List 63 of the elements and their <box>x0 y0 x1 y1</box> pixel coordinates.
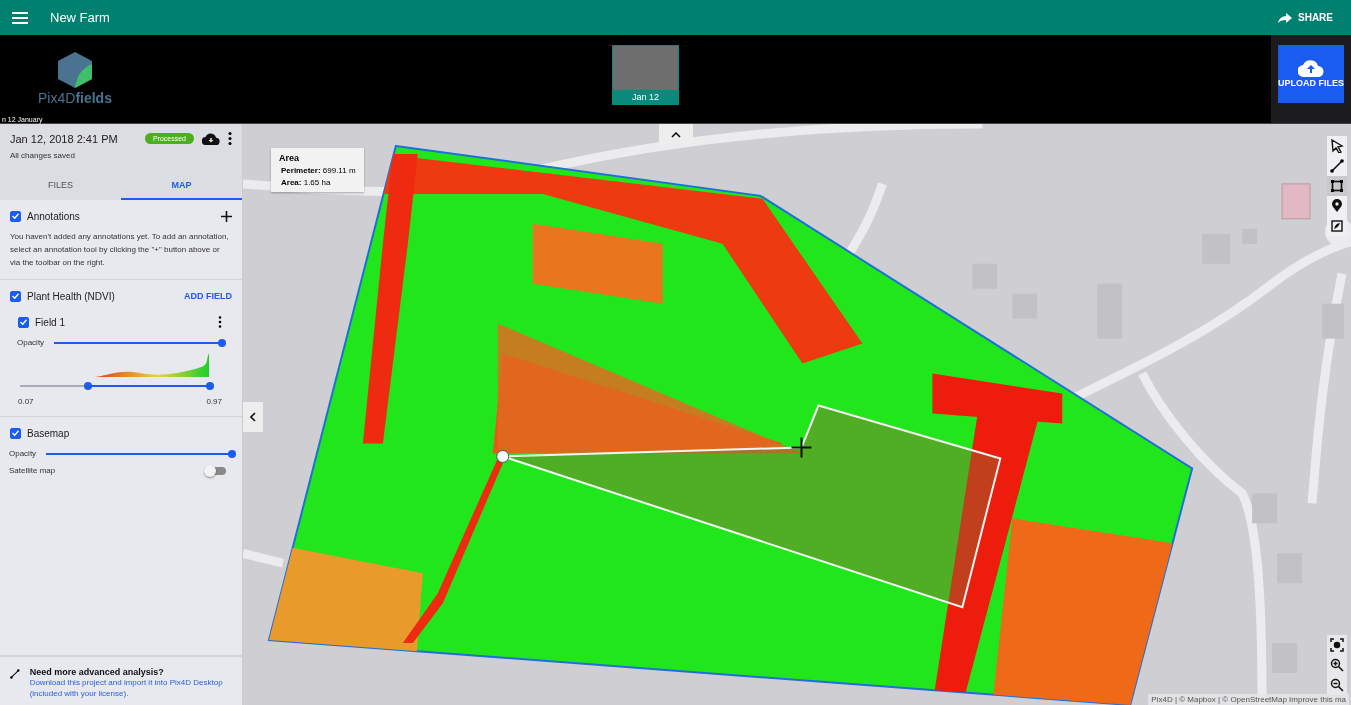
focus-button[interactable] <box>1327 635 1347 655</box>
opacity-slider-thumb[interactable] <box>228 449 236 458</box>
flight-thumbnail[interactable]: Jan 12 <box>612 45 679 105</box>
polygon-icon <box>1330 179 1344 193</box>
pin-icon <box>1330 199 1344 213</box>
collapse-button[interactable] <box>243 402 263 432</box>
add-field-button[interactable]: ADD FIELD <box>184 291 232 301</box>
field-label: Field 1 <box>35 316 65 328</box>
checkbox[interactable] <box>18 316 29 328</box>
chevron-left-icon <box>250 411 256 422</box>
zoom-out-icon <box>1330 678 1344 692</box>
add-icon[interactable] <box>221 210 232 222</box>
range-min-thumb[interactable] <box>84 382 93 390</box>
opacity-slider-thumb[interactable] <box>218 338 226 347</box>
more-icon[interactable] <box>218 316 222 328</box>
layer-label: Plant Health (NDVI) <box>27 290 115 302</box>
zoom-in-icon <box>1330 658 1344 672</box>
layer-label: Basemap <box>27 427 70 439</box>
tab[interactable]: FILES <box>0 172 121 200</box>
checkbox[interactable] <box>10 290 21 302</box>
expand-button[interactable] <box>659 124 693 143</box>
save-status: All changes saved <box>10 151 76 160</box>
satellite-toggle[interactable] <box>206 466 226 475</box>
line-icon <box>1330 159 1344 173</box>
download-link[interactable]: Download this project and import it into Pix4D Desktop (included with your license). <box>29 677 232 699</box>
chevron-up-icon <box>671 132 681 138</box>
checkbox[interactable] <box>10 427 21 439</box>
project-date: Jan 12, 2018 2:41 PM <box>10 132 119 145</box>
range-min-value: 0.07 <box>18 397 34 406</box>
satellite-label: Satellite map <box>9 466 56 475</box>
more-icon[interactable] <box>228 132 232 145</box>
share-button[interactable]: SHARE <box>1274 8 1337 27</box>
line-tool-icon <box>10 667 20 681</box>
focus-icon <box>1330 638 1344 652</box>
boundary-icon <box>1330 219 1344 233</box>
promo-title: Need more advanced analysis? <box>29 667 165 677</box>
cloud-upload-icon <box>1298 59 1324 78</box>
polygon-tool-button[interactable] <box>1327 176 1347 196</box>
opacity-label: Opacity <box>17 338 45 347</box>
range-max-value: 0.97 <box>206 397 222 406</box>
project-title: New Farm <box>50 10 110 25</box>
map-attribution: Pix4D | © Mapbox | © OpenStreetMap Improve this ma <box>1148 694 1349 705</box>
measurement-polygon[interactable] <box>496 404 1002 609</box>
building <box>1252 493 1278 524</box>
share-icon <box>1278 12 1292 23</box>
opacity-label: Opacity <box>9 449 37 458</box>
menu-icon[interactable] <box>12 11 28 24</box>
range-max-thumb[interactable] <box>206 382 214 390</box>
pointer-icon <box>1330 139 1344 153</box>
building <box>1322 303 1344 339</box>
cube-icon <box>58 52 92 88</box>
line-tool-button[interactable] <box>1327 156 1347 176</box>
popup-title: Area <box>279 153 300 163</box>
annotations-hint: You haven't added any annotations yet. To add an annotation, select an annotation tool by clicking the "+" button above or via the toolbar on the right. <box>10 231 230 269</box>
measurement-text: Area: 1.65 ha <box>280 178 332 187</box>
checkbox[interactable] <box>10 210 21 222</box>
logo-text: Pix4Dfields <box>38 90 112 106</box>
tab[interactable]: MAP <box>121 172 242 200</box>
building <box>1281 183 1311 220</box>
layer-label: Annotations <box>27 210 80 222</box>
upload-files-button[interactable]: UPLOAD FILES <box>1278 45 1344 103</box>
cloud-icon[interactable] <box>202 132 220 145</box>
measurement-text: Perimeter: 699.11 m <box>280 166 356 175</box>
